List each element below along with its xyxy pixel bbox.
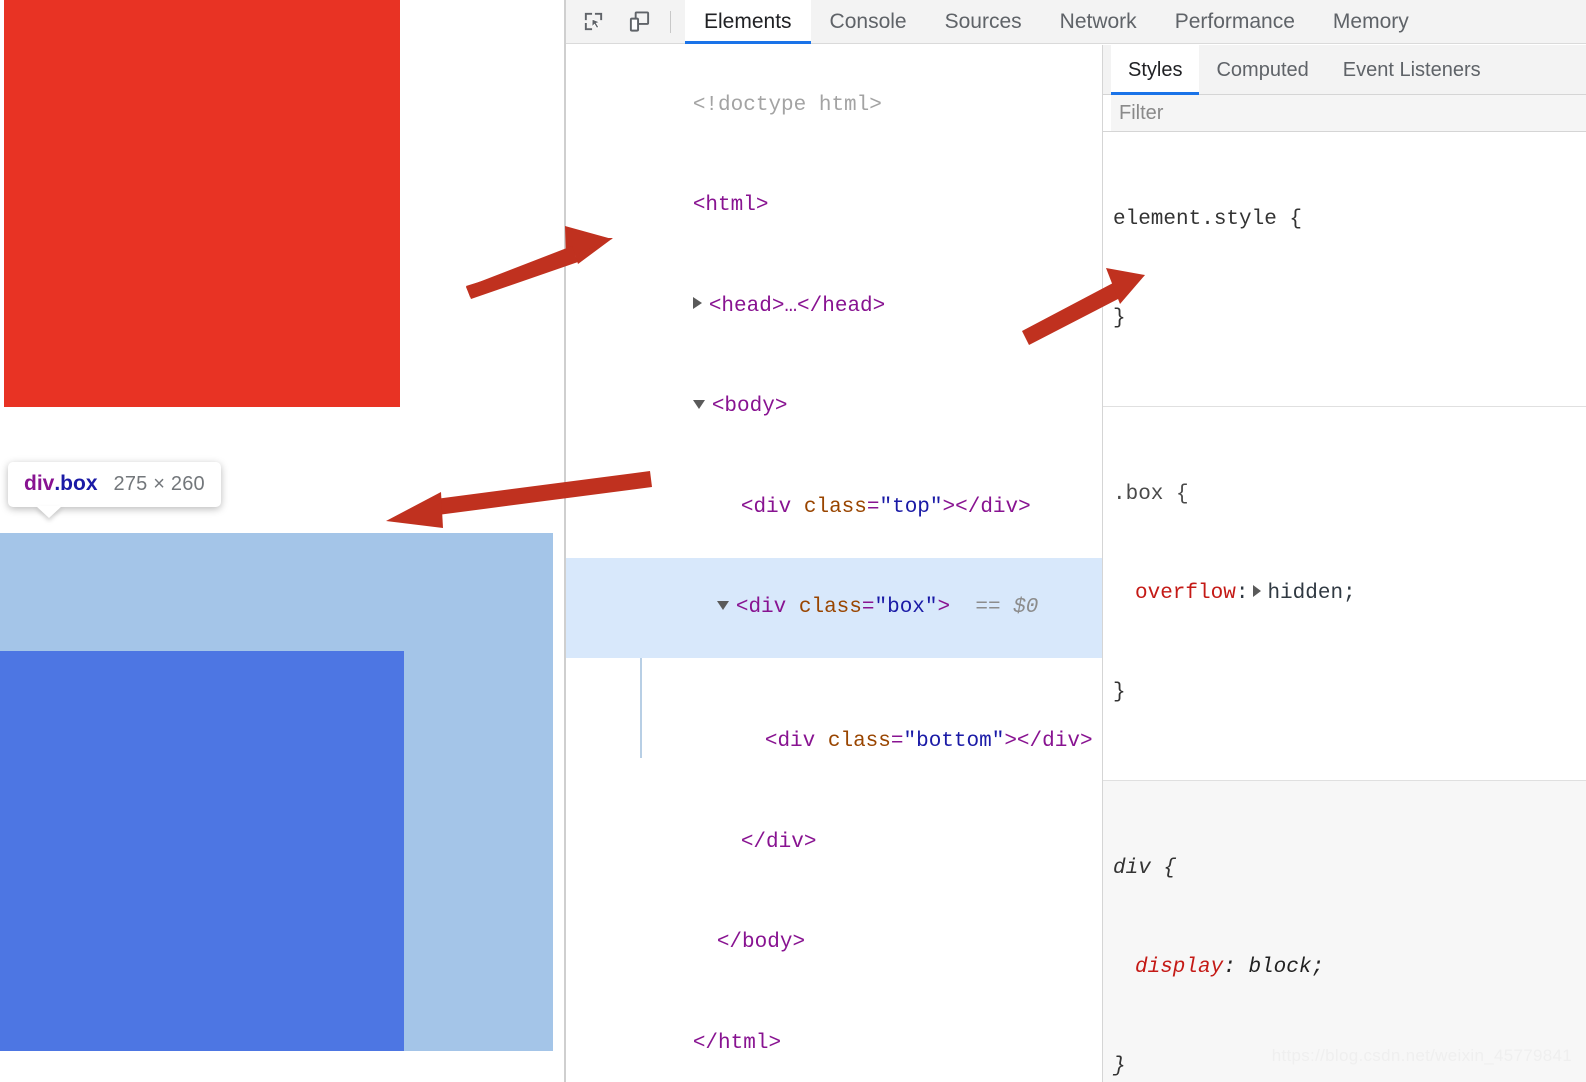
- devtools-tabstrip: Elements Console Sources Network Perform…: [566, 0, 1586, 44]
- box-selector: .box {: [1113, 483, 1189, 506]
- css-rule-element-style[interactable]: element.style { }: [1103, 132, 1586, 407]
- dom-node-body-close[interactable]: </body>: [566, 893, 1102, 994]
- div-ua-declaration-display: display: block;: [1113, 951, 1586, 984]
- html-close-text: </html>: [692, 1031, 782, 1055]
- div-box-space: [786, 596, 799, 619]
- display-colon: :: [1223, 956, 1249, 979]
- div-box-open-punct: <: [735, 596, 749, 619]
- div-top-attr-name: class: [803, 495, 867, 519]
- html-open-text: <html>: [692, 194, 769, 217]
- tab-computed[interactable]: Computed: [1199, 45, 1325, 95]
- div-top-eq: =: [866, 495, 880, 519]
- tab-performance[interactable]: Performance: [1156, 0, 1314, 44]
- dom-node-doctype[interactable]: <!doctype html>: [566, 55, 1102, 156]
- tab-memory[interactable]: Memory: [1314, 0, 1428, 44]
- chevron-down-icon[interactable]: [716, 601, 729, 610]
- dom-node-div-box[interactable]: <div class="box"> == $0: [566, 557, 1102, 658]
- head-text: <head>…</head>: [708, 294, 886, 318]
- div-box-sp2: [950, 596, 975, 619]
- styles-filter-row: [1103, 95, 1586, 132]
- tree-guide-line: [640, 658, 642, 758]
- tab-styles[interactable]: Styles: [1111, 44, 1200, 95]
- body-open-text: <body>: [711, 395, 788, 418]
- div-top-space: [791, 496, 804, 519]
- tab-event-listeners[interactable]: Event Listeners: [1326, 45, 1498, 95]
- overflow-property[interactable]: overflow: [1135, 582, 1236, 605]
- chevron-right-icon[interactable]: [692, 296, 702, 309]
- element-style-selector: element.style {: [1113, 208, 1303, 231]
- styles-filter-input[interactable]: [1111, 95, 1586, 131]
- css-rule-box[interactable]: .box { overflow: hidden; }: [1103, 407, 1586, 781]
- screenshot-root: div .box 275 × 260 Elements Console Sour…: [0, 0, 1586, 1082]
- div-bottom-eq: =: [890, 730, 904, 753]
- tooltip-dimensions: 275 × 260: [113, 473, 205, 495]
- div-box-eq: =: [861, 596, 875, 619]
- tab-network[interactable]: Network: [1041, 0, 1156, 44]
- devtools-panel: Elements Console Sources Network Perform…: [566, 0, 1586, 1082]
- dom-node-head[interactable]: <head>…</head>: [566, 256, 1102, 357]
- dom-node-div-top[interactable]: <div class="top"></div>: [566, 457, 1102, 558]
- tooltip-pointer: [36, 506, 62, 518]
- tab-elements[interactable]: Elements: [685, 0, 811, 44]
- tab-sources[interactable]: Sources: [926, 0, 1041, 44]
- css-rule-div-ua[interactable]: div { display: block; }: [1103, 781, 1586, 1082]
- tab-console[interactable]: Console: [811, 0, 926, 44]
- element-highlight-tooltip: div .box 275 × 260: [8, 462, 221, 518]
- expand-triangle-icon[interactable]: [1253, 585, 1262, 597]
- div-bottom-space: [815, 730, 828, 753]
- box-close: }: [1113, 681, 1126, 704]
- div-ua-selector: div {: [1113, 857, 1177, 880]
- div-bottom-close-punct: ></div>: [1004, 730, 1093, 753]
- element-style-close: }: [1113, 307, 1126, 330]
- div-bottom-tag: div: [777, 730, 816, 753]
- rendered-page-viewport: [0, 0, 564, 1082]
- tooltip-class-name: .box: [54, 472, 98, 495]
- div-box-attr-value: "box": [874, 596, 938, 619]
- div-top-open-punct: <: [740, 495, 754, 519]
- div-close-text: </div>: [740, 830, 817, 854]
- top-div-element: [4, 0, 400, 407]
- inspect-element-icon[interactable]: [574, 7, 612, 37]
- tooltip-tag-name: div: [24, 472, 55, 495]
- dom-node-div-close[interactable]: </div>: [566, 792, 1102, 893]
- div-top-close-punct: ></div>: [942, 495, 1031, 519]
- box-declaration-overflow[interactable]: overflow: hidden;: [1113, 577, 1586, 610]
- div-bottom-open-punct: <: [764, 730, 778, 753]
- styles-sidebar: Styles Computed Event Listeners element.…: [1103, 44, 1586, 1082]
- watermark: https://blog.csdn.net/weixin_45779841: [1271, 1046, 1572, 1065]
- toolbar-separator: [670, 10, 671, 33]
- div-box-gt: >: [937, 596, 951, 619]
- chevron-down-icon[interactable]: [692, 400, 705, 409]
- div-bottom-attr-name: class: [827, 730, 891, 753]
- dom-node-body-open[interactable]: <body>: [566, 357, 1102, 458]
- styles-sidebar-tabstrip: Styles Computed Event Listeners: [1103, 44, 1586, 95]
- div-box-tag: div: [748, 596, 787, 619]
- div-top-attr-value: "top": [879, 495, 943, 519]
- dom-tree: <!doctype html> <html> <head>…</head> <b…: [566, 45, 1102, 1082]
- div-top-tag: div: [753, 495, 792, 519]
- display-value: block;: [1248, 956, 1325, 979]
- dom-node-html-open[interactable]: <html>: [566, 156, 1102, 257]
- div-box-attr-name: class: [798, 596, 862, 619]
- bottom-div-element: [0, 651, 404, 1051]
- display-property: display: [1135, 956, 1224, 979]
- div-box-dollar-ref: == $0: [975, 596, 1039, 619]
- overflow-colon: :: [1235, 582, 1249, 605]
- dom-node-div-bottom[interactable]: <div class="bottom"></div>: [566, 658, 1102, 792]
- device-toolbar-icon[interactable]: [620, 7, 658, 37]
- dom-node-html-close[interactable]: </html>: [566, 993, 1102, 1082]
- body-close-text: </body>: [716, 931, 806, 954]
- doctype-text: <!doctype html>: [692, 93, 882, 117]
- overflow-value[interactable]: hidden;: [1267, 582, 1355, 605]
- div-bottom-attr-value: "bottom": [903, 730, 1005, 753]
